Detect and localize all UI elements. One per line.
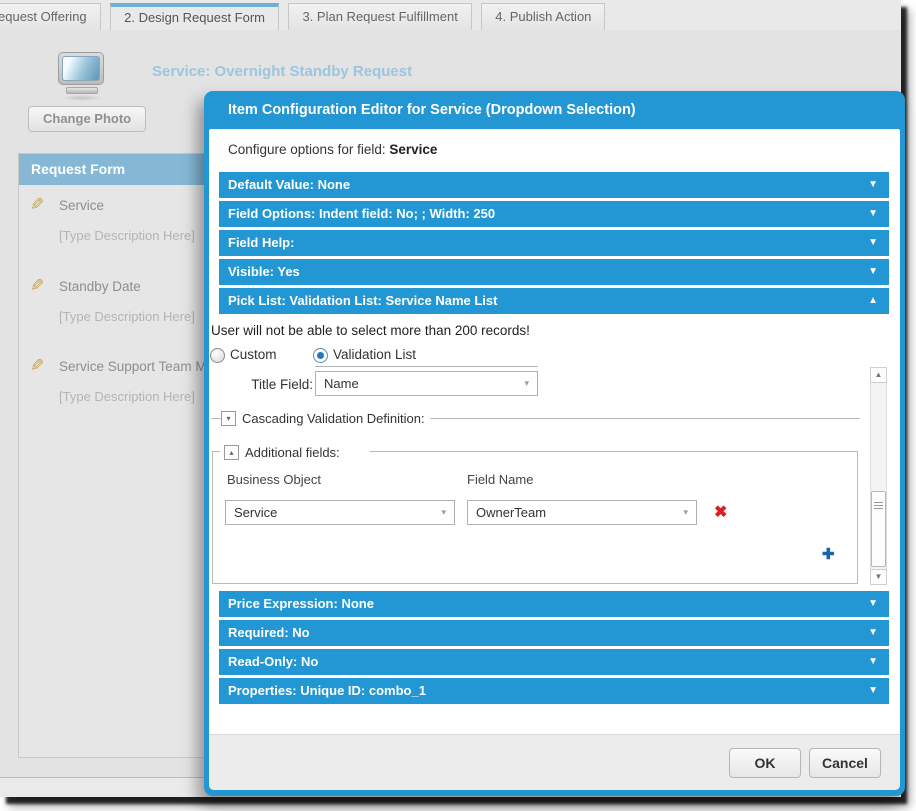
section-required[interactable]: Required: No ▼ xyxy=(219,620,889,646)
pencil-icon[interactable]: ✎ xyxy=(30,356,44,376)
scrollbar-thumb[interactable] xyxy=(871,491,886,567)
collapse-toggle-icon[interactable]: ▴ xyxy=(224,445,239,460)
configure-options-field-name: Service xyxy=(389,142,437,157)
validation-list-radio[interactable] xyxy=(313,348,328,363)
business-object-column-header: Business Object xyxy=(227,472,321,487)
validation-panel-divider xyxy=(315,366,538,367)
scroll-down-icon[interactable]: ▼ xyxy=(870,569,887,585)
field-description[interactable]: [Type Description Here] xyxy=(59,389,195,404)
screenshot-stage: equest Offering 2. Design Request Form 3… xyxy=(0,0,916,811)
section-label: Pick List: Validation List: Service Name… xyxy=(228,293,497,308)
title-field-value: Name xyxy=(324,376,359,391)
ok-button[interactable]: OK xyxy=(729,748,801,778)
section-read-only[interactable]: Read-Only: No ▼ xyxy=(219,649,889,675)
chevron-down-icon: ▼ xyxy=(868,620,878,646)
field-description[interactable]: [Type Description Here] xyxy=(59,309,195,324)
business-object-dropdown[interactable]: Service ▾ xyxy=(225,500,455,525)
section-label: Default Value: None xyxy=(228,177,350,192)
pick-list-content: User will not be able to select more tha… xyxy=(209,317,900,591)
chevron-up-icon: ▲ xyxy=(868,288,878,314)
section-field-help[interactable]: Field Help: ▼ xyxy=(219,230,889,256)
record-limit-warning: User will not be able to select more tha… xyxy=(211,323,530,338)
additional-fields-legend: Additional fields: xyxy=(245,445,340,460)
scrollbar-track[interactable] xyxy=(870,383,887,569)
section-field-options[interactable]: Field Options: Indent field: No; ; Width… xyxy=(219,201,889,227)
field-label: Service Support Team Me xyxy=(59,359,214,374)
dialog-body: Configure options for field: Service Def… xyxy=(209,129,900,790)
section-label: Field Options: Indent field: No; ; Width… xyxy=(228,206,495,221)
section-default-value[interactable]: Default Value: None ▼ xyxy=(219,172,889,198)
chevron-down-icon: ▼ xyxy=(868,678,878,704)
delete-row-icon[interactable]: ✖ xyxy=(714,500,727,525)
change-photo-button[interactable]: Change Photo xyxy=(28,106,146,132)
section-pick-list[interactable]: Pick List: Validation List: Service Name… xyxy=(219,288,889,314)
item-configuration-editor-dialog: Item Configuration Editor for Service (D… xyxy=(204,91,905,796)
field-name-dropdown[interactable]: OwnerTeam ▾ xyxy=(467,500,697,525)
section-label: Read-Only: No xyxy=(228,654,318,669)
monitor-shadow xyxy=(61,95,103,101)
additional-fields-legend-row: ▴ Additional fields: xyxy=(220,444,370,460)
cascading-validation-legend: Cascading Validation Definition: xyxy=(242,411,425,426)
thumb-grip xyxy=(874,502,883,503)
chevron-down-icon: ▼ xyxy=(868,649,878,675)
cascading-validation-group: ▾ Cascading Validation Definition: xyxy=(211,410,860,426)
chevron-down-icon: ▾ xyxy=(524,372,529,395)
dialog-title: Item Configuration Editor for Service (D… xyxy=(204,91,905,129)
pencil-icon[interactable]: ✎ xyxy=(30,195,44,215)
section-visible[interactable]: Visible: Yes ▼ xyxy=(219,259,889,285)
chevron-down-icon: ▼ xyxy=(868,591,878,617)
field-label: Service xyxy=(59,198,104,213)
field-description[interactable]: [Type Description Here] xyxy=(59,228,195,243)
configure-options-prefix: Configure options for field: xyxy=(228,142,386,157)
title-field-dropdown[interactable]: Name ▾ xyxy=(315,371,538,396)
section-properties[interactable]: Properties: Unique ID: combo_1 ▼ xyxy=(219,678,889,704)
pencil-icon[interactable]: ✎ xyxy=(30,276,44,296)
chevron-down-icon: ▼ xyxy=(868,230,878,256)
expand-toggle-icon[interactable]: ▾ xyxy=(221,411,236,426)
tab-design-request-form[interactable]: 2. Design Request Form xyxy=(110,3,279,30)
service-photo-icon xyxy=(58,52,106,101)
business-object-value: Service xyxy=(234,505,277,520)
section-label: Required: No xyxy=(228,625,310,640)
chevron-down-icon: ▾ xyxy=(683,501,688,524)
custom-radio-label[interactable]: Custom xyxy=(230,347,277,362)
section-label: Properties: Unique ID: combo_1 xyxy=(228,683,426,698)
wizard-tabbar: equest Offering 2. Design Request Form 3… xyxy=(0,0,901,30)
monitor-base xyxy=(66,87,98,94)
section-price-expression[interactable]: Price Expression: None ▼ xyxy=(219,591,889,617)
title-field-label: Title Field: xyxy=(209,377,313,392)
chevron-down-icon: ▾ xyxy=(441,501,446,524)
dialog-footer: OK Cancel xyxy=(209,734,900,790)
fieldset-line xyxy=(211,418,221,419)
configure-options-line: Configure options for field: Service xyxy=(228,142,900,157)
tab-publish-action[interactable]: 4. Publish Action xyxy=(481,3,605,30)
field-name-value: OwnerTeam xyxy=(476,505,546,520)
custom-radio[interactable] xyxy=(210,348,225,363)
field-label: Standby Date xyxy=(59,279,141,294)
page-title: Service: Overnight Standby Request xyxy=(152,63,412,80)
section-label: Field Help: xyxy=(228,235,294,250)
section-label: Price Expression: None xyxy=(228,596,374,611)
pick-list-scrollbar[interactable]: ▲ ▼ xyxy=(870,367,887,585)
monitor-bezel xyxy=(58,52,104,85)
validation-list-radio-label[interactable]: Validation List xyxy=(333,347,416,362)
chevron-down-icon: ▼ xyxy=(868,259,878,285)
cancel-button[interactable]: Cancel xyxy=(809,748,881,778)
section-label: Visible: Yes xyxy=(228,264,300,279)
additional-fields-fieldset: Business Object Field Name Service ▾ Own… xyxy=(212,451,858,584)
chevron-down-icon: ▼ xyxy=(868,201,878,227)
chevron-down-icon: ▼ xyxy=(868,172,878,198)
fieldset-line xyxy=(430,418,860,419)
field-name-column-header: Field Name xyxy=(467,472,533,487)
scroll-up-icon[interactable]: ▲ xyxy=(870,367,887,383)
tab-plan-request-fulfillment[interactable]: 3. Plan Request Fulfillment xyxy=(288,3,471,30)
tab-define-request-offering[interactable]: equest Offering xyxy=(0,3,101,30)
add-row-icon[interactable]: ✚ xyxy=(822,545,835,563)
monitor-screen-glass xyxy=(62,56,100,81)
